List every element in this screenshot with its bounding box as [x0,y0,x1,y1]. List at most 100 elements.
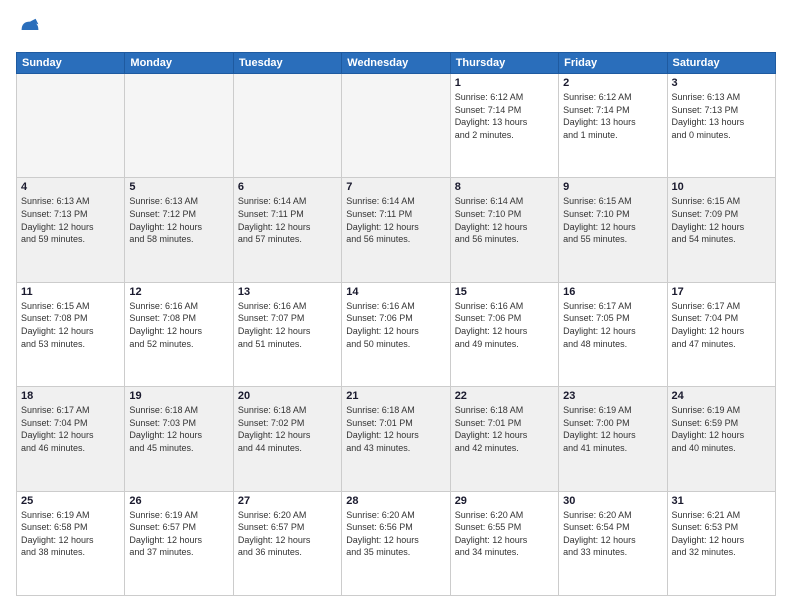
day-number: 6 [238,181,337,193]
day-number: 12 [129,286,228,298]
weekday-header-row: SundayMondayTuesdayWednesdayThursdayFrid… [17,53,776,74]
day-info: Sunrise: 6:20 AM Sunset: 6:55 PM Dayligh… [455,509,554,559]
day-number: 8 [455,181,554,193]
day-cell: 19 Sunrise: 6:18 AM Sunset: 7:03 PM Dayli… [125,387,233,491]
day-number: 1 [455,77,554,89]
day-cell [125,74,233,178]
day-info: Sunrise: 6:20 AM Sunset: 6:56 PM Dayligh… [346,509,445,559]
weekday-thursday: Thursday [450,53,558,74]
day-cell: 22 Sunrise: 6:18 AM Sunset: 7:01 PM Dayli… [450,387,558,491]
day-number: 18 [21,390,120,402]
day-number: 10 [672,181,771,193]
logo [16,16,48,44]
day-cell: 25 Sunrise: 6:19 AM Sunset: 6:58 PM Dayli… [17,491,125,595]
header [16,16,776,44]
day-cell: 13 Sunrise: 6:16 AM Sunset: 7:07 PM Dayli… [233,282,341,386]
weekday-sunday: Sunday [17,53,125,74]
day-cell [233,74,341,178]
day-cell: 27 Sunrise: 6:20 AM Sunset: 6:57 PM Dayli… [233,491,341,595]
day-info: Sunrise: 6:18 AM Sunset: 7:03 PM Dayligh… [129,404,228,454]
day-cell: 2Sunrise: 6:12 AM Sunset: 7:14 PM Daylig… [559,74,667,178]
day-number: 16 [563,286,662,298]
day-info: Sunrise: 6:16 AM Sunset: 7:06 PM Dayligh… [346,300,445,350]
day-cell: 7 Sunrise: 6:14 AM Sunset: 7:11 PM Daylig… [342,178,450,282]
day-number: 26 [129,495,228,507]
weekday-friday: Friday [559,53,667,74]
day-info: Sunrise: 6:19 AM Sunset: 6:57 PM Dayligh… [129,509,228,559]
weekday-saturday: Saturday [667,53,775,74]
day-info: Sunrise: 6:12 AM Sunset: 7:14 PM Dayligh… [563,91,662,141]
day-cell: 26 Sunrise: 6:19 AM Sunset: 6:57 PM Dayli… [125,491,233,595]
day-cell: 18 Sunrise: 6:17 AM Sunset: 7:04 PM Dayli… [17,387,125,491]
day-info: Sunrise: 6:19 AM Sunset: 6:58 PM Dayligh… [21,509,120,559]
day-cell: 12 Sunrise: 6:16 AM Sunset: 7:08 PM Dayli… [125,282,233,386]
day-info: Sunrise: 6:14 AM Sunset: 7:10 PM Dayligh… [455,195,554,245]
day-cell [342,74,450,178]
week-row-2: 4Sunrise: 6:13 AM Sunset: 7:13 PM Daylig… [17,178,776,282]
day-cell: 9Sunrise: 6:15 AM Sunset: 7:10 PM Daylig… [559,178,667,282]
day-info: Sunrise: 6:18 AM Sunset: 7:02 PM Dayligh… [238,404,337,454]
day-info: Sunrise: 6:17 AM Sunset: 7:04 PM Dayligh… [21,404,120,454]
day-info: Sunrise: 6:16 AM Sunset: 7:08 PM Dayligh… [129,300,228,350]
day-number: 28 [346,495,445,507]
day-number: 7 [346,181,445,193]
day-number: 29 [455,495,554,507]
day-number: 24 [672,390,771,402]
day-cell: 21 Sunrise: 6:18 AM Sunset: 7:01 PM Dayli… [342,387,450,491]
day-info: Sunrise: 6:12 AM Sunset: 7:14 PM Dayligh… [455,91,554,141]
day-number: 31 [672,495,771,507]
day-cell: 14 Sunrise: 6:16 AM Sunset: 7:06 PM Dayli… [342,282,450,386]
day-info: Sunrise: 6:15 AM Sunset: 7:10 PM Dayligh… [563,195,662,245]
day-cell: 11Sunrise: 6:15 AM Sunset: 7:08 PM Dayli… [17,282,125,386]
day-info: Sunrise: 6:17 AM Sunset: 7:05 PM Dayligh… [563,300,662,350]
day-number: 19 [129,390,228,402]
day-info: Sunrise: 6:19 AM Sunset: 7:00 PM Dayligh… [563,404,662,454]
day-info: Sunrise: 6:13 AM Sunset: 7:12 PM Dayligh… [129,195,228,245]
day-cell: 28 Sunrise: 6:20 AM Sunset: 6:56 PM Dayli… [342,491,450,595]
day-info: Sunrise: 6:19 AM Sunset: 6:59 PM Dayligh… [672,404,771,454]
week-row-5: 25 Sunrise: 6:19 AM Sunset: 6:58 PM Dayli… [17,491,776,595]
day-cell [17,74,125,178]
day-info: Sunrise: 6:18 AM Sunset: 7:01 PM Dayligh… [346,404,445,454]
day-cell: 15 Sunrise: 6:16 AM Sunset: 7:06 PM Dayli… [450,282,558,386]
day-info: Sunrise: 6:17 AM Sunset: 7:04 PM Dayligh… [672,300,771,350]
day-info: Sunrise: 6:16 AM Sunset: 7:07 PM Dayligh… [238,300,337,350]
day-cell: 4Sunrise: 6:13 AM Sunset: 7:13 PM Daylig… [17,178,125,282]
day-cell: 20Sunrise: 6:18 AM Sunset: 7:02 PM Dayli… [233,387,341,491]
day-number: 27 [238,495,337,507]
day-number: 23 [563,390,662,402]
day-number: 22 [455,390,554,402]
day-info: Sunrise: 6:14 AM Sunset: 7:11 PM Dayligh… [346,195,445,245]
day-cell: 8 Sunrise: 6:14 AM Sunset: 7:10 PM Daylig… [450,178,558,282]
day-number: 17 [672,286,771,298]
day-number: 14 [346,286,445,298]
day-number: 21 [346,390,445,402]
day-info: Sunrise: 6:16 AM Sunset: 7:06 PM Dayligh… [455,300,554,350]
day-info: Sunrise: 6:15 AM Sunset: 7:09 PM Dayligh… [672,195,771,245]
day-cell: 6 Sunrise: 6:14 AM Sunset: 7:11 PM Daylig… [233,178,341,282]
day-cell: 3Sunrise: 6:13 AM Sunset: 7:13 PM Daylig… [667,74,775,178]
weekday-tuesday: Tuesday [233,53,341,74]
day-info: Sunrise: 6:18 AM Sunset: 7:01 PM Dayligh… [455,404,554,454]
day-cell: 24 Sunrise: 6:19 AM Sunset: 6:59 PM Dayli… [667,387,775,491]
day-number: 3 [672,77,771,89]
day-number: 11 [21,286,120,298]
week-row-3: 11Sunrise: 6:15 AM Sunset: 7:08 PM Dayli… [17,282,776,386]
day-cell: 30Sunrise: 6:20 AM Sunset: 6:54 PM Dayli… [559,491,667,595]
day-number: 4 [21,181,120,193]
logo-icon [16,16,44,44]
day-number: 25 [21,495,120,507]
day-info: Sunrise: 6:21 AM Sunset: 6:53 PM Dayligh… [672,509,771,559]
day-cell: 5 Sunrise: 6:13 AM Sunset: 7:12 PM Daylig… [125,178,233,282]
day-number: 30 [563,495,662,507]
week-row-4: 18 Sunrise: 6:17 AM Sunset: 7:04 PM Dayli… [17,387,776,491]
day-cell: 29 Sunrise: 6:20 AM Sunset: 6:55 PM Dayli… [450,491,558,595]
day-cell: 16 Sunrise: 6:17 AM Sunset: 7:05 PM Dayli… [559,282,667,386]
weekday-monday: Monday [125,53,233,74]
day-info: Sunrise: 6:20 AM Sunset: 6:57 PM Dayligh… [238,509,337,559]
day-cell: 23 Sunrise: 6:19 AM Sunset: 7:00 PM Dayli… [559,387,667,491]
day-number: 5 [129,181,228,193]
day-info: Sunrise: 6:14 AM Sunset: 7:11 PM Dayligh… [238,195,337,245]
day-number: 15 [455,286,554,298]
day-number: 13 [238,286,337,298]
